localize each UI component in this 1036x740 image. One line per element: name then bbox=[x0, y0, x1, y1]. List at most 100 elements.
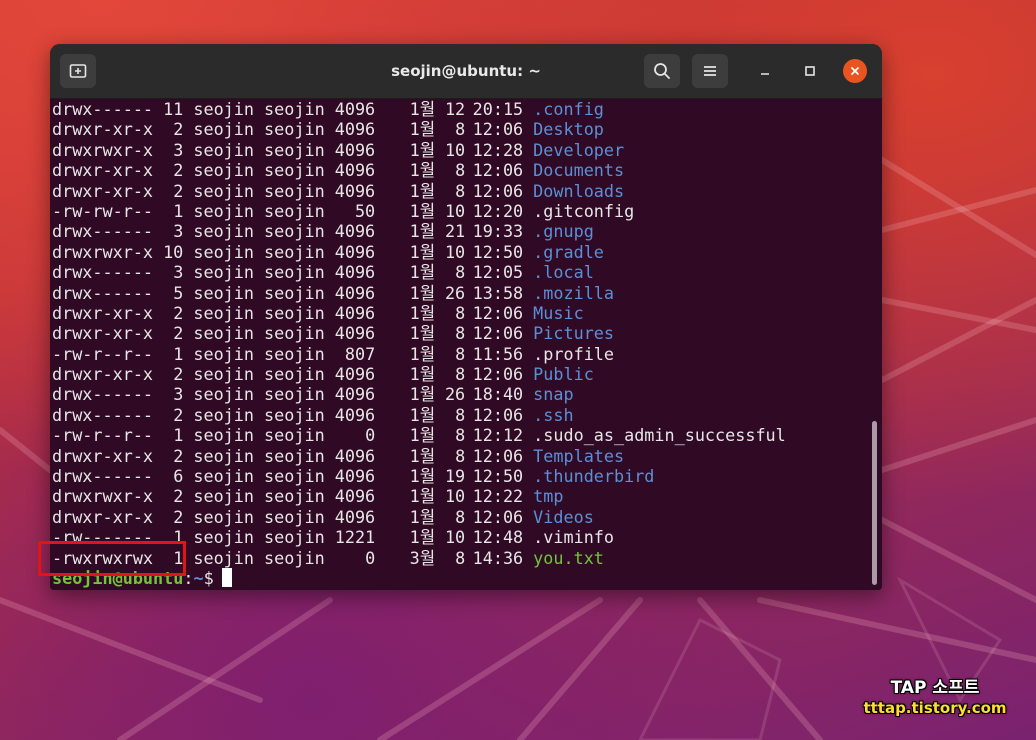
listing-links: 1 bbox=[173, 425, 184, 446]
listing-size: 4096 bbox=[334, 404, 376, 425]
listing-perms: drwx------ bbox=[52, 384, 154, 405]
listing-owner: seojin bbox=[193, 364, 254, 385]
listing-size: 4096 bbox=[334, 282, 376, 303]
listing-time: 12:06 bbox=[472, 364, 524, 385]
listing-perms: drwxr-xr-x bbox=[52, 364, 154, 385]
desktop-background: seojin@ubuntu: ~ drwx------ 11 seojin se… bbox=[0, 0, 1036, 740]
listing-row: -rw-rw-r-- 1 seojin seojin 50 1월 10 12:20 .gitco… bbox=[52, 201, 786, 221]
listing-perms: -rw-r--r-- bbox=[52, 343, 154, 364]
listing-row: drwxr-xr-x 2 seojin seojin 4096 1월 8 12:06 Music bbox=[52, 303, 786, 323]
listing-month: 1월 bbox=[409, 282, 436, 303]
listing-group: seojin bbox=[264, 221, 325, 242]
listing-time: 18:40 bbox=[472, 384, 524, 405]
listing-size: 4096 bbox=[334, 506, 376, 527]
listing-group: seojin bbox=[264, 527, 325, 548]
listing-filename: .sudo_as_admin_successful bbox=[533, 425, 786, 446]
listing-time: 11:56 bbox=[472, 343, 524, 364]
listing-group: seojin bbox=[264, 547, 325, 568]
listing-size: 4096 bbox=[334, 241, 376, 262]
listing-links: 2 bbox=[173, 486, 184, 507]
listing-day: 19 bbox=[444, 466, 466, 487]
listing-owner: seojin bbox=[193, 282, 254, 303]
new-tab-button[interactable] bbox=[60, 54, 96, 88]
listing-row: -rw-r--r-- 1 seojin seojin 0 1월 8 12:12 .sudo_as… bbox=[52, 425, 786, 445]
listing-size: 4096 bbox=[334, 221, 376, 242]
listing-row: drwx------ 3 seojin seojin 4096 1월 8 12:05 .loca… bbox=[52, 262, 786, 282]
prompt-path: ~ bbox=[193, 567, 204, 588]
maximize-button[interactable] bbox=[798, 59, 822, 83]
listing-filename: you.txt bbox=[533, 547, 604, 568]
listing-links: 3 bbox=[173, 262, 184, 283]
listing-filename: Pictures bbox=[533, 323, 614, 344]
listing-owner: seojin bbox=[193, 119, 254, 140]
listing-links: 5 bbox=[173, 282, 184, 303]
highlight-annotation-box bbox=[38, 541, 186, 576]
listing-filename: Templates bbox=[533, 445, 625, 466]
listing-links: 2 bbox=[173, 506, 184, 527]
listing-perms: drwxr-xr-x bbox=[52, 160, 154, 181]
listing-perms: drwxrwxr-x bbox=[52, 139, 154, 160]
listing-owner: seojin bbox=[193, 221, 254, 242]
listing-owner: seojin bbox=[193, 180, 254, 201]
listing-group: seojin bbox=[264, 466, 325, 487]
listing-filename: tmp bbox=[533, 486, 564, 507]
close-button[interactable] bbox=[843, 59, 867, 83]
listing-links: 1 bbox=[173, 343, 184, 364]
terminal-output[interactable]: drwx------ 11 seojin seojin 4096 1월 12 20:15 .co… bbox=[50, 99, 882, 590]
listing-row: -rw-r--r-- 1 seojin seojin 807 1월 8 11:56 .profi… bbox=[52, 344, 786, 364]
listing-owner: seojin bbox=[193, 139, 254, 160]
text-cursor bbox=[221, 567, 232, 587]
listing-size: 4096 bbox=[334, 119, 376, 140]
listing-row: drwxr-xr-x 2 seojin seojin 4096 1월 8 12:06 Templ… bbox=[52, 446, 786, 466]
search-button[interactable] bbox=[644, 54, 680, 88]
listing-month: 1월 bbox=[409, 527, 436, 548]
listing-group: seojin bbox=[264, 364, 325, 385]
listing-filename: .mozilla bbox=[533, 282, 614, 303]
listing-group: seojin bbox=[264, 139, 325, 160]
listing-owner: seojin bbox=[193, 486, 254, 507]
listing-links: 6 bbox=[173, 466, 184, 487]
listing-row: drwx------ 5 seojin seojin 4096 1월 26 13:58 .moz… bbox=[52, 283, 786, 303]
listing-owner: seojin bbox=[193, 160, 254, 181]
listing-month: 1월 bbox=[409, 221, 436, 242]
menu-button[interactable] bbox=[692, 54, 728, 88]
listing-time: 12:50 bbox=[472, 241, 524, 262]
listing-group: seojin bbox=[264, 404, 325, 425]
listing-owner: seojin bbox=[193, 99, 254, 119]
listing-size: 4096 bbox=[334, 445, 376, 466]
listing-links: 2 bbox=[173, 323, 184, 344]
listing-filename: .gradle bbox=[533, 241, 604, 262]
listing-day: 8 bbox=[455, 302, 466, 323]
listing-size: 4096 bbox=[334, 466, 376, 487]
listing-day: 8 bbox=[455, 364, 466, 385]
listing-filename: .viminfo bbox=[533, 527, 614, 548]
listing-group: seojin bbox=[264, 384, 325, 405]
listing-month: 1월 bbox=[409, 200, 436, 221]
listing-size: 4096 bbox=[334, 486, 376, 507]
listing-links: 2 bbox=[173, 119, 184, 140]
listing-month: 1월 bbox=[409, 506, 436, 527]
listing-filename: Public bbox=[533, 364, 594, 385]
listing-owner: seojin bbox=[193, 302, 254, 323]
listing-time: 20:15 bbox=[472, 99, 524, 119]
listing-group: seojin bbox=[264, 262, 325, 283]
listing-day: 10 bbox=[444, 527, 466, 548]
listing-perms: drwxrwxr-x bbox=[52, 241, 154, 262]
scrollbar[interactable] bbox=[869, 99, 879, 590]
listing-links: 2 bbox=[173, 404, 184, 425]
listing-row: drwxr-xr-x 2 seojin seojin 4096 1월 8 12:06 Video… bbox=[52, 507, 786, 527]
listing-day: 8 bbox=[455, 119, 466, 140]
minimize-button[interactable] bbox=[753, 59, 777, 83]
listing-day: 12 bbox=[444, 99, 466, 119]
listing-month: 1월 bbox=[409, 180, 436, 201]
listing-month: 1월 bbox=[409, 119, 436, 140]
listing-month: 1월 bbox=[409, 445, 436, 466]
listing-day: 8 bbox=[455, 404, 466, 425]
listing-group: seojin bbox=[264, 160, 325, 181]
listing-day: 8 bbox=[455, 547, 466, 568]
scrollbar-thumb[interactable] bbox=[872, 421, 877, 585]
listing-group: seojin bbox=[264, 323, 325, 344]
listing-row: drwx------ 2 seojin seojin 4096 1월 8 12:06 .ssh bbox=[52, 405, 786, 425]
listing-time: 12:50 bbox=[472, 466, 524, 487]
listing-time: 12:22 bbox=[472, 486, 524, 507]
